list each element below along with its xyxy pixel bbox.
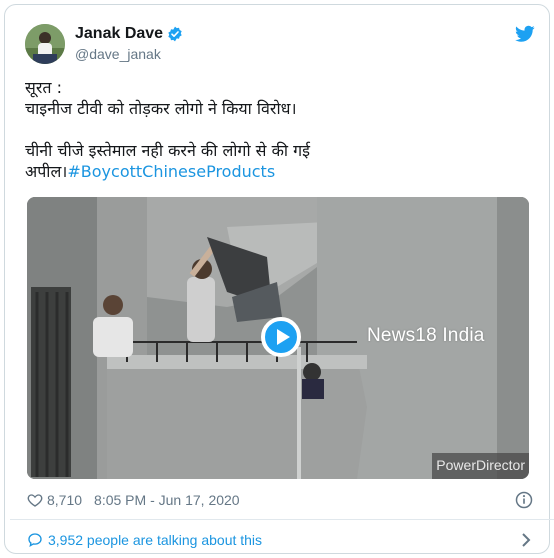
tweet-appeal-word: अपील। — [25, 162, 68, 181]
twitter-logo-icon[interactable] — [515, 25, 535, 43]
footer-divider — [10, 519, 554, 520]
play-icon[interactable] — [261, 317, 301, 357]
conversation-link[interactable]: 3,952 people are talking about this — [27, 529, 533, 551]
name-row[interactable]: Janak Dave — [75, 25, 183, 43]
video-player[interactable]: News18 India PowerDirector — [27, 197, 529, 479]
video-corner-badge: PowerDirector — [432, 453, 529, 479]
tweet-line-location: सूरत : — [25, 78, 62, 97]
tweet-line-appeal: चीनी चीजे इस्तेमाल नही करने की लोगो से क… — [25, 141, 310, 160]
like-count[interactable]: 8,710 — [47, 492, 82, 508]
chevron-right-icon[interactable] — [521, 533, 531, 547]
tweet-header: Janak Dave @dave_janak — [25, 21, 535, 69]
info-icon[interactable] — [515, 491, 533, 509]
tweet-line-final: अपील।#BoycottChineseProducts — [25, 161, 525, 182]
talking-count-text[interactable]: 3,952 people are talking about this — [48, 532, 262, 548]
avatar[interactable] — [25, 24, 65, 64]
hashtag-link[interactable]: #BoycottChineseProducts — [67, 162, 275, 181]
tweet-meta: 8,710 8:05 PM - Jun 17, 2020 — [27, 489, 533, 511]
display-name[interactable]: Janak Dave — [75, 25, 163, 43]
tweet-text: सूरत : चाइनीज टीवी को तोड़कर लोगो ने किय… — [25, 77, 525, 182]
user-handle[interactable]: @dave_janak — [75, 46, 161, 62]
verified-badge-icon — [168, 26, 182, 42]
tweet-line-headline: चाइनीज टीवी को तोड़कर लोगो ने किया विरोध… — [25, 99, 297, 118]
tweet-timestamp[interactable]: 8:05 PM - Jun 17, 2020 — [94, 492, 240, 508]
avatar-image — [25, 24, 65, 64]
video-watermark: News18 India — [367, 325, 485, 346]
heart-icon[interactable] — [27, 492, 43, 508]
speech-bubble-icon — [28, 533, 42, 548]
tweet-paragraph-break — [25, 119, 525, 140]
tweet-card[interactable]: Janak Dave @dave_janak सूरत : चाइनीज टीव… — [4, 4, 554, 554]
